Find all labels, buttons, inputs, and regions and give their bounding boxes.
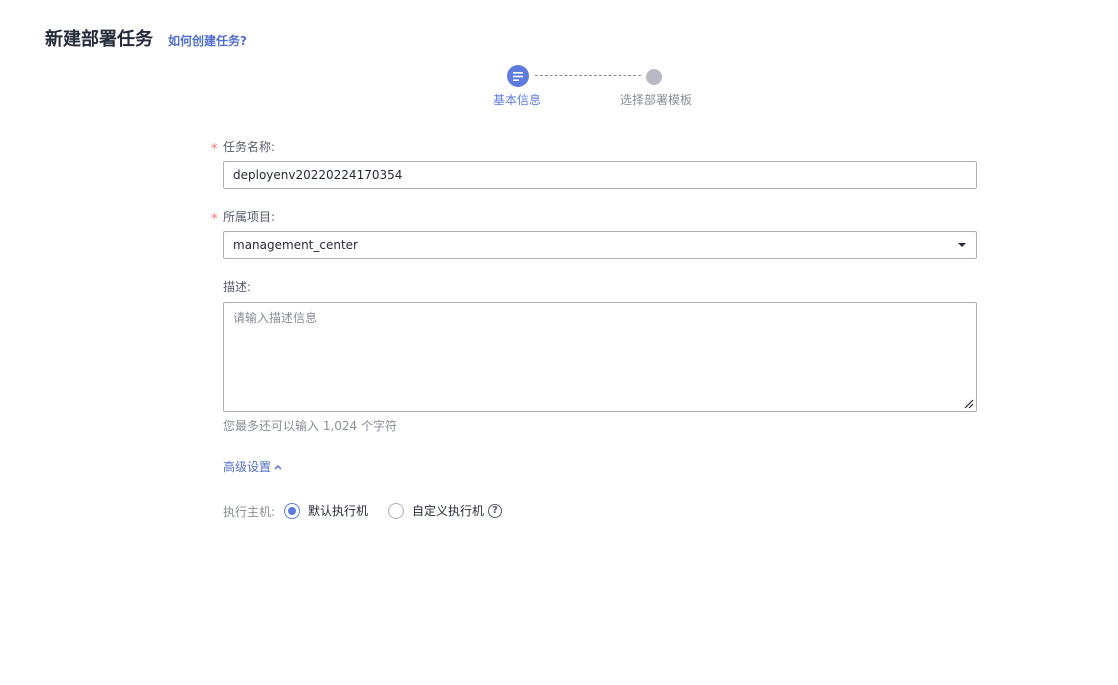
resize-handle-icon[interactable] [963,398,974,409]
project-select-value: management_center [233,238,358,252]
radio-default-executor-label: 默认执行机 [308,504,369,518]
stepper: 基本信息 选择部署模板 [0,64,1118,114]
advanced-settings-label: 高级设置 [223,460,272,474]
required-mark: * [211,212,218,227]
project-label: 所属项目: [223,210,276,224]
how-to-create-task-link[interactable]: 如何创建任务? [168,33,247,49]
radio-custom-executor[interactable]: 自定义执行机 ? [388,503,503,519]
step-2-label: 选择部署模板 [620,93,693,107]
exec-host-label: 执行主机: [223,505,276,519]
step-1-label: 基本信息 [493,93,542,107]
project-select[interactable]: management_center [223,231,977,259]
page-title: 新建部署任务 [45,29,153,50]
chevron-up-icon [274,465,282,470]
char-count-hint: 您最多还可以输入 1,024 个字符 [223,419,397,433]
help-icon[interactable]: ? [488,504,503,518]
advanced-settings-toggle[interactable]: 高级设置 [223,459,282,475]
page: 新建部署任务 如何创建任务? 基本信息 选择部署模板 * 任务名称: * 所属项… [0,0,1118,685]
step-2-indicator [646,69,662,85]
radio-checked-icon [284,503,300,519]
radio-custom-executor-label: 自定义执行机 [412,504,485,518]
required-mark: * [211,142,218,157]
radio-default-executor[interactable]: 默认执行机 [284,503,368,519]
list-icon [513,71,523,81]
caret-down-icon [958,243,966,247]
step-1-indicator [507,65,529,87]
task-name-input[interactable] [223,161,977,189]
radio-unchecked-icon [388,503,404,519]
task-name-label: 任务名称: [223,140,276,154]
description-textarea[interactable] [223,302,977,412]
step-connector [535,75,641,76]
description-label: 描述: [223,280,252,294]
